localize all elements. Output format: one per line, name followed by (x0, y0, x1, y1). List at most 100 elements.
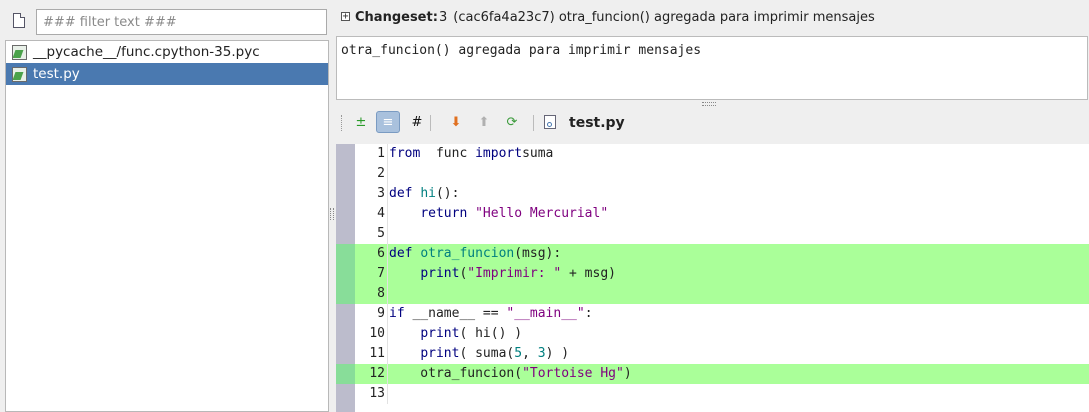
hash-icon[interactable]: # (405, 111, 429, 133)
code-line-added[interactable]: 8 (336, 284, 1089, 304)
line-number-separator (387, 284, 388, 304)
code-token: hi (420, 186, 436, 201)
changeset-summary: (cac6fa4a23c7) otra_funcion() agregada p… (453, 10, 875, 25)
line-number-separator (387, 144, 388, 164)
code-line[interactable]: 5 (336, 224, 1089, 244)
line-number: 5 (377, 226, 385, 241)
code-token: "Hello Mercurial" (475, 206, 609, 221)
code-token: : (584, 306, 593, 321)
gutter-marker (336, 384, 355, 404)
code-token: (msg): (514, 246, 562, 261)
file-list-item[interactable]: __pycache__/func.cpython-35.pyc (6, 41, 328, 63)
code-token: otra_funcion (420, 246, 515, 261)
code-token: ( hi() ) (459, 326, 523, 341)
code-text: print( suma(5, 3) ) (389, 344, 569, 364)
code-text: return "Hello Mercurial" (389, 204, 608, 224)
code-token: suma (522, 146, 554, 161)
gutter-marker (336, 164, 355, 184)
gutter-marker (336, 364, 355, 384)
expand-icon[interactable]: + (341, 12, 350, 22)
code-token: otra_funcion( (389, 366, 523, 381)
code-line[interactable]: 2 (336, 164, 1089, 184)
diff-toolbar: test.py ± ≡ # ⬇ ⬆ ⟳ (335, 108, 1089, 136)
file-modified-icon (12, 44, 27, 60)
gutter-marker (336, 344, 355, 364)
line-number: 7 (377, 266, 385, 281)
document-icon[interactable] (13, 13, 25, 28)
changeset-value: 3 (cac6fa4a23c7) otra_funcion() agregada … (439, 7, 875, 29)
gutter-marker (336, 184, 355, 204)
code-line[interactable]: 9 if __name__ == "__main__": (336, 304, 1089, 324)
line-number-separator (387, 364, 388, 384)
code-token: if (389, 306, 405, 321)
code-token: ) ) (545, 346, 570, 361)
code-token: 5 (514, 346, 523, 361)
code-token: , (522, 346, 538, 361)
code-token: ) (623, 366, 632, 381)
code-token: from (389, 146, 421, 161)
line-number-separator (387, 264, 388, 284)
line-number: 3 (377, 186, 385, 201)
code-text: def otra_funcion(msg): (389, 244, 561, 264)
file-name: __pycache__/func.cpython-35.pyc (33, 44, 260, 60)
annotate-icon[interactable]: ≡ (376, 111, 400, 133)
code-view[interactable]: 1 from func importsuma 2 3 def hi(): 4 return… (336, 144, 1089, 412)
code-line-added[interactable]: 12 otra_funcion("Tortoise Hg") (336, 364, 1089, 384)
code-token: ( suma( (459, 346, 515, 361)
code-line-added[interactable]: 7 print("Imprimir: " + msg) (336, 264, 1089, 284)
next-diff-icon[interactable]: ⬇ (444, 111, 468, 133)
line-number-separator (387, 204, 388, 224)
code-token: print (420, 266, 460, 281)
code-token: "Tortoise Hg" (522, 366, 624, 381)
horizontal-splitter-grip-icon[interactable] (702, 102, 716, 106)
code-line[interactable]: 1 from func importsuma (336, 144, 1089, 164)
line-number: 10 (369, 326, 385, 341)
line-number: 9 (377, 306, 385, 321)
code-text: print( hi() ) (389, 324, 522, 344)
splitter-grip-icon[interactable] (330, 208, 334, 220)
file-name: test.py (33, 66, 80, 82)
gutter-marker (336, 284, 355, 304)
line-number: 8 (377, 286, 385, 301)
code-token: def (389, 186, 413, 201)
code-token: print (420, 346, 460, 361)
gutter-marker (336, 324, 355, 344)
code-line-added[interactable]: 6 def otra_funcion(msg): (336, 244, 1089, 264)
line-number: 4 (377, 206, 385, 221)
code-text: print("Imprimir: " + msg) (389, 264, 616, 284)
code-line[interactable]: 11 print( suma(5, 3) ) (336, 344, 1089, 364)
code-line[interactable]: 4 return "Hello Mercurial" (336, 204, 1089, 224)
code-text: if __name__ == "__main__": (389, 304, 593, 324)
refresh-icon[interactable]: ⟳ (500, 111, 524, 133)
code-token: __name__ == (404, 306, 507, 321)
filter-input[interactable] (36, 9, 327, 35)
line-number-separator (387, 384, 388, 404)
prev-diff-icon[interactable]: ⬆ (472, 111, 496, 133)
toolbar-file-name: test.py (569, 115, 625, 131)
code-line[interactable]: 3 def hi(): (336, 184, 1089, 204)
add-remove-icon[interactable]: ± (349, 111, 373, 133)
toolbar-separator (533, 115, 534, 131)
file-list[interactable]: __pycache__/func.cpython-35.pyc test.py (5, 40, 329, 412)
line-number-separator (387, 224, 388, 244)
line-number-separator (387, 324, 388, 344)
code-token: import (475, 146, 523, 161)
line-number-separator (387, 244, 388, 264)
line-number-separator (387, 304, 388, 324)
file-list-pane: __pycache__/func.cpython-35.pyc test.py (0, 0, 331, 412)
code-token: return (420, 206, 468, 221)
code-line[interactable]: 13 (336, 384, 1089, 404)
code-token: + msg) (561, 266, 616, 281)
toolbar-separator (430, 115, 431, 131)
line-number: 1 (377, 146, 385, 161)
line-number: 2 (377, 166, 385, 181)
code-line[interactable]: 10 print( hi() ) (336, 324, 1089, 344)
changeset-description[interactable]: otra_funcion() agregada para imprimir me… (336, 36, 1088, 100)
filter-row (0, 0, 331, 40)
file-list-item[interactable]: test.py (6, 63, 328, 85)
line-number: 6 (377, 246, 385, 261)
code-token: print (420, 326, 460, 341)
toolbar-handle[interactable] (341, 115, 345, 131)
